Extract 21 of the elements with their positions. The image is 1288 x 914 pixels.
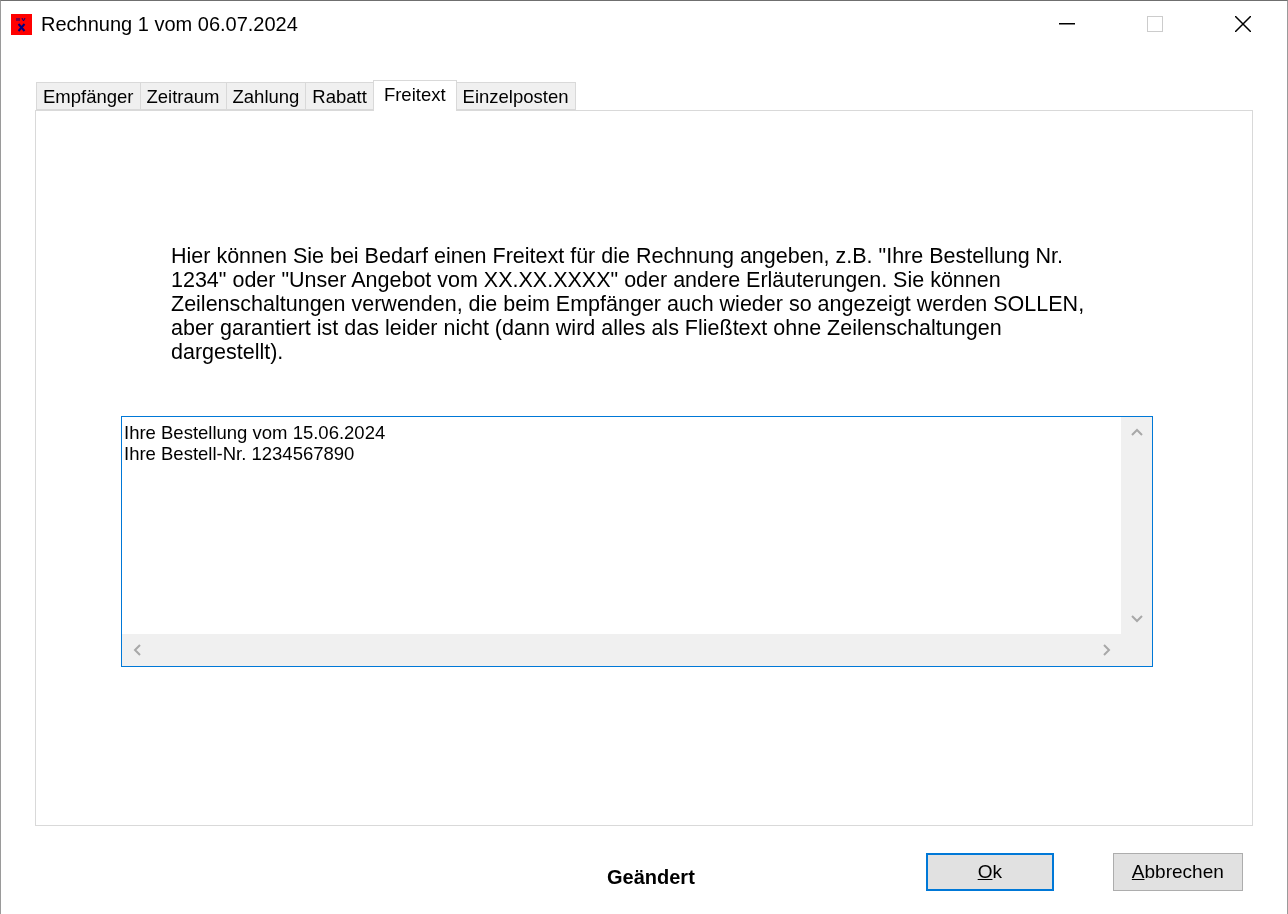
tab[interactable]: Empfänger bbox=[36, 82, 141, 110]
app-icon bbox=[11, 13, 32, 35]
cancel-button[interactable]: Abbrechen bbox=[1112, 852, 1243, 891]
close-icon[interactable] bbox=[1235, 16, 1251, 32]
scroll-left-icon[interactable] bbox=[132, 643, 142, 657]
minimize-icon[interactable] bbox=[1059, 23, 1075, 25]
scroll-right-icon[interactable] bbox=[1102, 643, 1112, 657]
tab[interactable]: Einzelposten bbox=[455, 82, 576, 110]
tab[interactable]: Zeitraum bbox=[139, 82, 227, 110]
scroll-up-icon[interactable] bbox=[1129, 427, 1144, 437]
description-text: Hier können Sie bei Bedarf einen Freitext für die Rechnung angeben, z.B. "Ihre Bestellung Nr. 1234" oder "Unser Angebot vom XX.XX.XXXX" oder andere Erläuterungen. Sie können Zeilenschaltungen verwenden, die beim Empfänger auch wieder so angezeigt werden SOLLEN, aber garantiert ist das leider nicht (dann wird alles als Fließtext ohne Zeilenschaltungen dargestellt). bbox=[171, 244, 1086, 364]
window-title: Rechnung 1 vom 06.07.2024 bbox=[41, 12, 298, 36]
vertical-scrollbar[interactable] bbox=[1121, 417, 1152, 634]
ok-button[interactable]: Ok bbox=[925, 852, 1054, 891]
status-text: Geändert bbox=[607, 866, 695, 889]
freetext-field[interactable]: Ihre Bestellung vom 15.06.2024 Ihre Bestell-Nr. 1234567890 bbox=[121, 416, 1153, 667]
horizontal-scrollbar[interactable] bbox=[122, 634, 1152, 666]
tab[interactable]: Rabatt bbox=[305, 82, 374, 110]
tab[interactable]: Freitext bbox=[372, 80, 457, 111]
tab[interactable]: Zahlung bbox=[225, 82, 307, 110]
scroll-down-icon[interactable] bbox=[1129, 614, 1144, 624]
